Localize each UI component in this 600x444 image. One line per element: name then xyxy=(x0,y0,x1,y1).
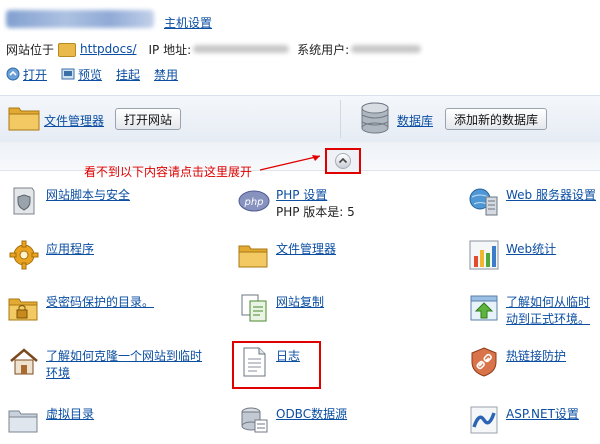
toolbar-divider xyxy=(340,100,341,138)
grid-item-aspnet-settings[interactable]: ASP.NET设置 xyxy=(468,404,579,436)
grid-label-clone-to-staging[interactable]: 了解如何克隆一个网站到临时 环境 xyxy=(46,346,202,382)
disable-link[interactable]: 禁用 xyxy=(154,66,178,83)
staging-line1: 了解如何从临时 xyxy=(506,295,591,309)
site-info-row: 网站位于 httpdocs/ IP 地址: 系统用户: xyxy=(6,40,429,58)
folder-icon xyxy=(8,410,38,433)
grid-label-hotlink-protection[interactable]: 热链接防护 xyxy=(506,346,566,365)
aspnet-icon xyxy=(470,406,498,434)
php-icon: php xyxy=(238,190,270,212)
open-link[interactable]: 打开 xyxy=(23,66,47,83)
grid-label-odbc[interactable]: ODBC数据源 xyxy=(276,404,347,423)
grid-item-hotlink-protection[interactable]: 热链接防护 xyxy=(468,346,566,378)
grid-label-protected-directories[interactable]: 受密码保护的目录。 xyxy=(46,292,154,311)
grid-item-logs[interactable]: 日志 xyxy=(238,346,300,378)
folder-icon xyxy=(238,245,268,268)
ip-label: IP 地址: xyxy=(148,42,192,57)
grid-item-site-copy[interactable]: 网站复制 xyxy=(238,292,324,324)
php-settings-text: PHP 设置 PHP 版本是: 5 xyxy=(276,185,355,221)
grid-label-php-settings[interactable]: PHP 设置 xyxy=(276,188,327,202)
annotation-arrow xyxy=(259,155,321,171)
upload-arrow-icon xyxy=(470,295,498,321)
file-manager-link[interactable]: 文件管理器 xyxy=(44,112,104,129)
house-icon xyxy=(10,348,38,375)
clone-line2: 环境 xyxy=(46,366,71,380)
grid-label-web-statistics[interactable]: Web统计 xyxy=(506,239,556,258)
preview-link[interactable]: 预览 xyxy=(78,66,102,83)
grid-label-virtual-directories[interactable]: 虚拟目录 xyxy=(46,404,94,423)
svg-text:php: php xyxy=(243,197,263,208)
database-link[interactable]: 数据库 xyxy=(397,112,433,129)
grid-item-file-manager[interactable]: 文件管理器 xyxy=(238,239,336,271)
ip-value-blurred xyxy=(193,45,290,53)
disable-action[interactable]: 禁用 xyxy=(154,66,178,83)
grid-label-aspnet-settings[interactable]: ASP.NET设置 xyxy=(506,404,579,423)
web-server-icon xyxy=(469,188,498,216)
chevron-up-icon xyxy=(335,153,351,169)
grid-label-staging-to-production[interactable]: 了解如何从临时 动到正式环境。 xyxy=(506,292,590,328)
gear-icon xyxy=(9,240,39,270)
file-manager-folder-icon[interactable] xyxy=(8,103,40,131)
grid-label-applications[interactable]: 应用程序 xyxy=(46,239,94,258)
grid-item-applications[interactable]: 应用程序 xyxy=(8,239,94,271)
clone-line1: 了解如何克隆一个网站到临时 xyxy=(46,349,203,363)
locked-folder-icon xyxy=(8,298,38,321)
grid-item-odbc[interactable]: ODBC数据源 xyxy=(238,404,347,436)
grid-label-file-manager[interactable]: 文件管理器 xyxy=(276,239,336,258)
open-action[interactable]: 打开 xyxy=(6,66,47,83)
database-icon[interactable] xyxy=(360,102,390,134)
system-user-blurred xyxy=(351,45,422,53)
staging-line2: 动到正式环境。 xyxy=(506,312,591,326)
log-document-icon xyxy=(243,347,266,377)
grid-label-site-copy[interactable]: 网站复制 xyxy=(276,292,324,311)
expand-toggle-button[interactable] xyxy=(325,148,361,174)
httpdocs-link[interactable]: httpdocs/ xyxy=(80,42,136,56)
preview-action[interactable]: 预览 xyxy=(61,66,102,83)
preview-icon xyxy=(61,68,75,80)
copy-icon xyxy=(241,294,267,322)
grid-item-web-statistics[interactable]: Web统计 xyxy=(468,239,556,271)
host-settings-link[interactable]: 主机设置 xyxy=(164,14,212,31)
suspend-link[interactable]: 挂起 xyxy=(116,66,140,83)
statistics-chart-icon xyxy=(469,240,499,270)
grid-item-protected-directories[interactable]: 受密码保护的目录。 xyxy=(8,292,154,324)
grid-item-staging-to-production[interactable]: 了解如何从临时 动到正式环境。 xyxy=(468,292,590,328)
open-icon xyxy=(6,67,20,81)
site-actions-row: 打开 预览 挂起 禁用 xyxy=(6,65,192,83)
odbc-icon xyxy=(241,407,268,433)
add-database-button[interactable]: 添加新的数据库 xyxy=(445,108,548,130)
grid-label-script-security[interactable]: 网站脚本与安全 xyxy=(46,185,130,204)
open-site-button[interactable]: 打开网站 xyxy=(115,108,182,130)
annotation-hint-text: 看不到以下内容请点击这里展开 xyxy=(84,165,253,179)
grid-item-php-settings[interactable]: php PHP 设置 PHP 版本是: 5 xyxy=(238,185,355,221)
php-version-text: PHP 版本是: 5 xyxy=(276,205,355,219)
domain-name-blurred xyxy=(6,10,154,28)
grid-label-logs[interactable]: 日志 xyxy=(276,346,300,365)
grid-item-virtual-directories[interactable]: 虚拟目录 xyxy=(8,404,94,436)
system-user-label: 系统用户: xyxy=(297,42,350,57)
grid-label-web-server-settings[interactable]: Web 服务器设置 xyxy=(506,185,596,204)
grid-item-clone-to-staging[interactable]: 了解如何克隆一个网站到临时 环境 xyxy=(8,346,202,382)
grid-item-web-server-settings[interactable]: Web 服务器设置 xyxy=(468,185,596,217)
hotlink-protection-icon xyxy=(471,347,497,377)
suspend-action[interactable]: 挂起 xyxy=(116,66,140,83)
folder-icon xyxy=(58,43,77,57)
grid-item-script-security[interactable]: 网站脚本与安全 xyxy=(8,185,130,217)
script-security-icon xyxy=(13,187,35,215)
site-location-label: 网站位于 xyxy=(6,42,55,57)
